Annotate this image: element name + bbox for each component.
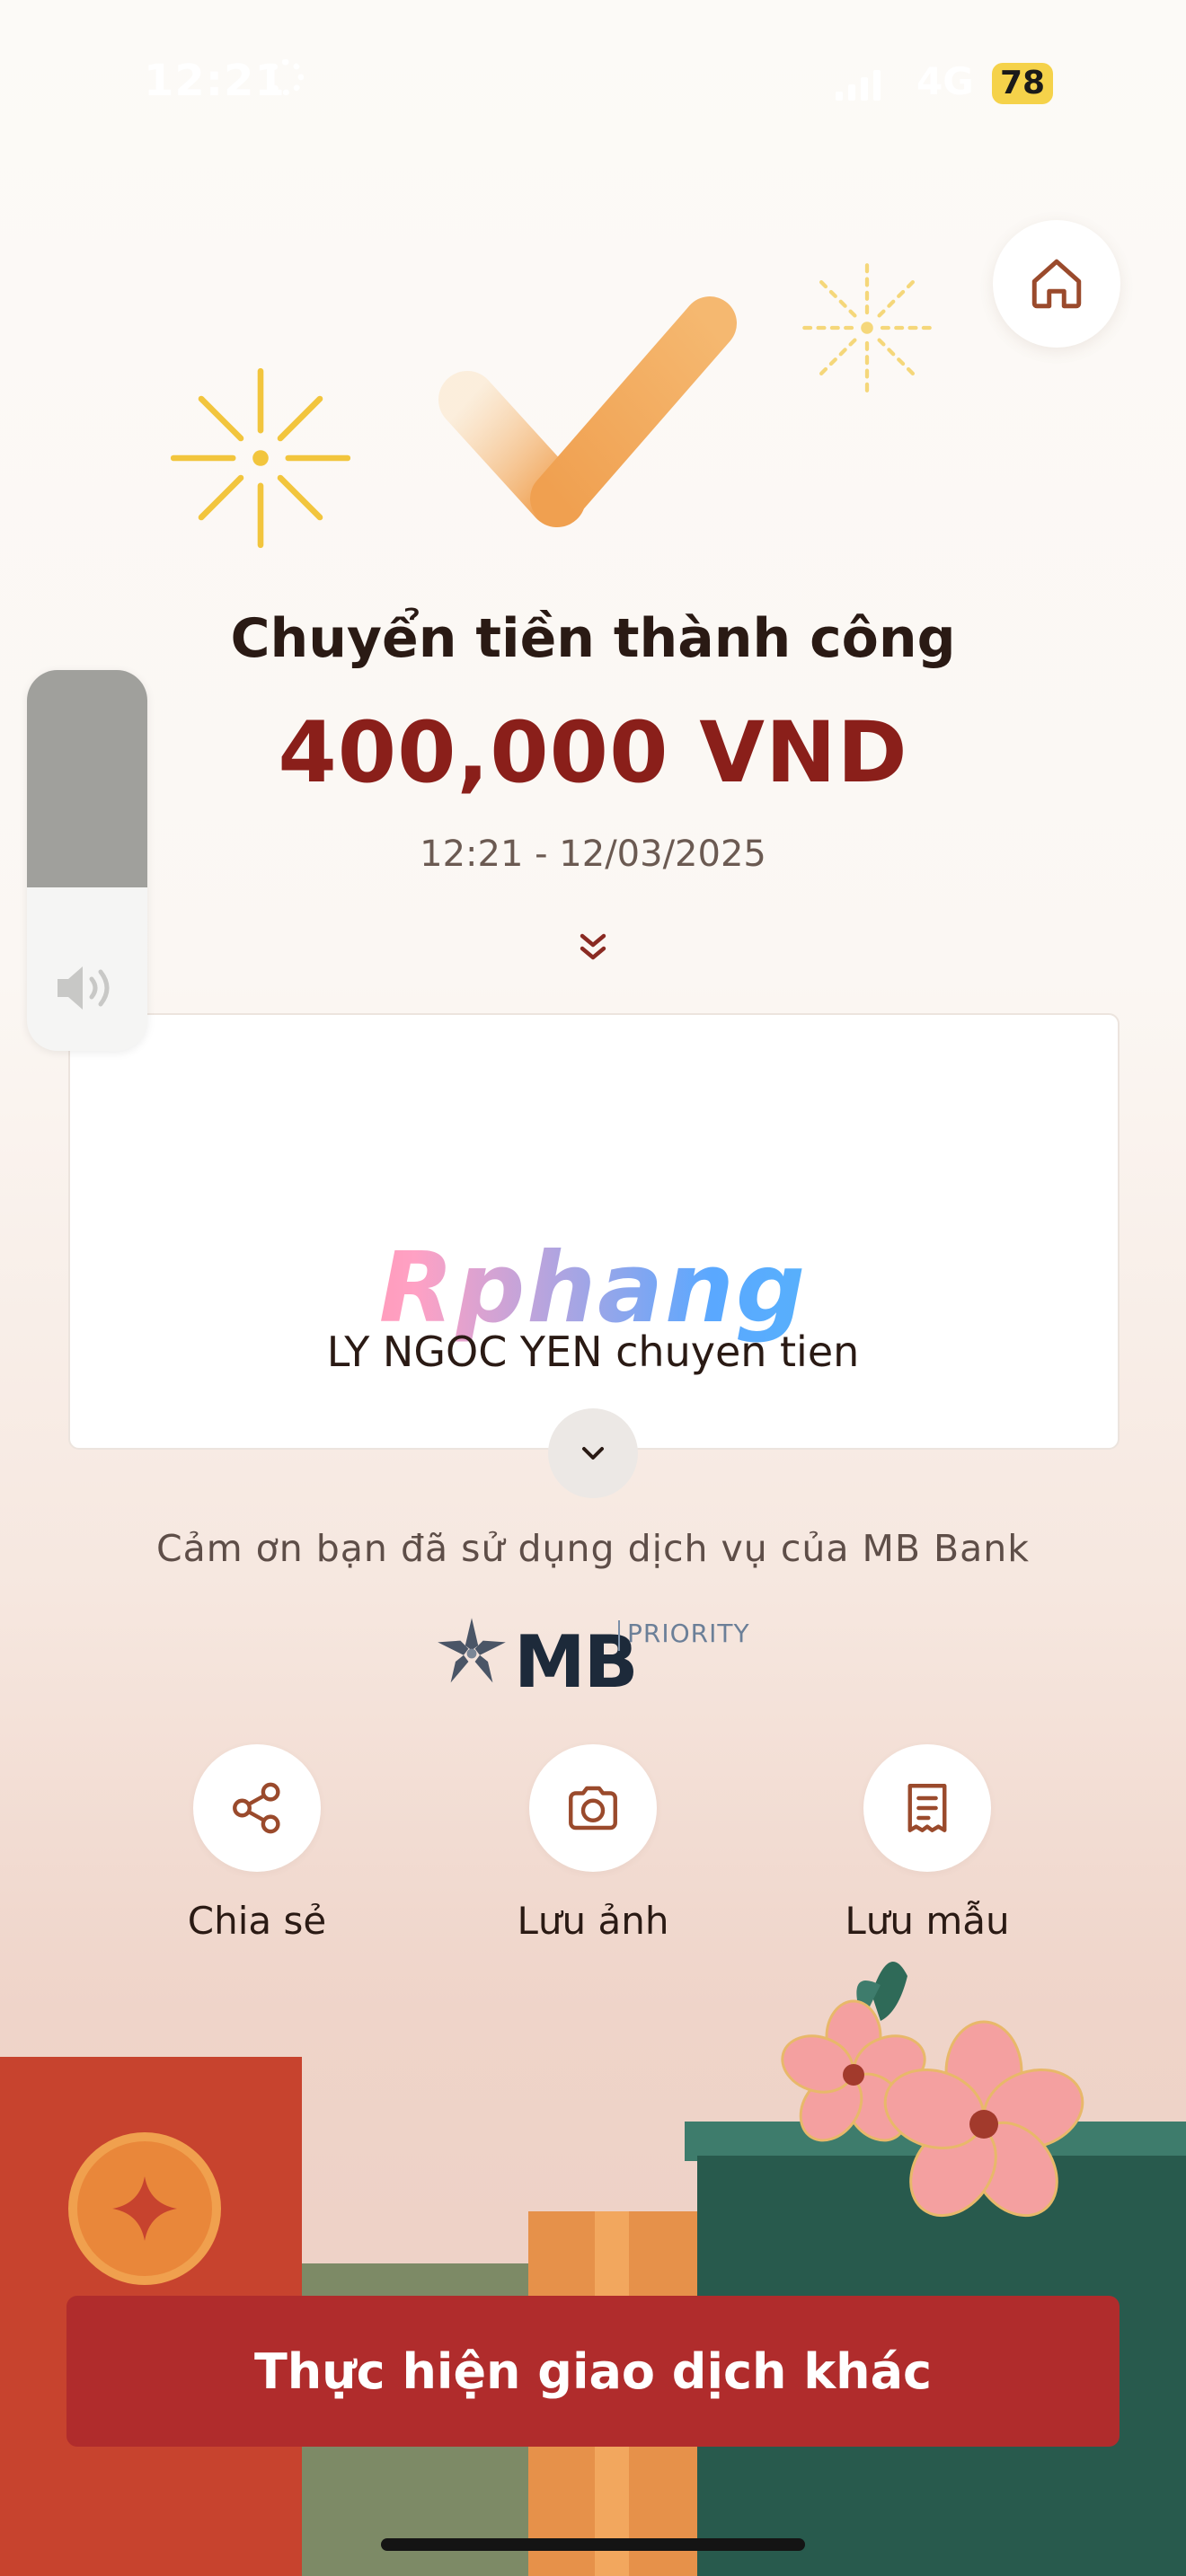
share-icon bbox=[233, 1782, 280, 1834]
transaction-detail-card bbox=[68, 1013, 1120, 1450]
status-time: 12:21 bbox=[144, 56, 286, 106]
new-transaction-button[interactable]: Thực hiện giao dịch khác bbox=[66, 2296, 1120, 2447]
save-image-label: Lưu ảnh bbox=[517, 1899, 669, 1943]
apricot-flower-decoration bbox=[781, 1962, 1084, 2218]
firework-decoration bbox=[798, 259, 936, 397]
signal-icon bbox=[836, 65, 881, 101]
firework-decoration bbox=[170, 367, 351, 549]
save-image-button[interactable] bbox=[529, 1744, 657, 1872]
home-indicator[interactable] bbox=[381, 2538, 805, 2551]
status-indicator-icon bbox=[268, 59, 304, 95]
speaker-icon bbox=[58, 966, 110, 1010]
thanks-message: Cảm ơn bạn đã sử dụng dịch vụ của MB Ban… bbox=[155, 1527, 1031, 1570]
save-image-action[interactable]: Lưu ảnh bbox=[458, 1744, 728, 1943]
save-template-action[interactable]: Lưu mẫu bbox=[792, 1744, 1062, 1943]
coin-decoration bbox=[68, 2132, 221, 2285]
network-type: 4G bbox=[916, 59, 974, 103]
success-check-icon bbox=[438, 296, 737, 527]
volume-hud bbox=[27, 670, 147, 1051]
home-button[interactable] bbox=[993, 220, 1120, 348]
share-label: Chia sẻ bbox=[187, 1899, 327, 1943]
battery-indicator: 78 bbox=[992, 63, 1053, 104]
success-title: Chuyển tiền thành công bbox=[230, 607, 956, 670]
save-template-label: Lưu mẫu bbox=[845, 1899, 1010, 1943]
share-action[interactable]: Chia sẻ bbox=[122, 1744, 392, 1943]
transfer-datetime: 12:21 - 12/03/2025 bbox=[420, 834, 766, 875]
sparkle-icon bbox=[112, 2176, 177, 2241]
transfer-amount: 400,000 VND bbox=[278, 704, 908, 802]
mb-star-icon bbox=[438, 1618, 506, 1683]
tier-divider bbox=[618, 1620, 620, 1651]
receipt-icon bbox=[907, 1784, 947, 1832]
volume-level-fill bbox=[27, 670, 147, 887]
save-template-button[interactable] bbox=[863, 1744, 991, 1872]
transfer-memo: LY NGOC YEN chuyen tien bbox=[326, 1328, 860, 1376]
share-button[interactable] bbox=[193, 1744, 321, 1872]
tier-text: PRIORITY bbox=[627, 1619, 750, 1648]
home-icon bbox=[1031, 259, 1082, 309]
card-collapse-button[interactable] bbox=[548, 1408, 638, 1498]
mb-priority-logo: MB PRIORITY bbox=[431, 1613, 755, 1704]
expand-details-icon[interactable] bbox=[571, 925, 615, 968]
chevron-down-icon bbox=[582, 1447, 604, 1460]
camera-icon bbox=[569, 1786, 617, 1831]
